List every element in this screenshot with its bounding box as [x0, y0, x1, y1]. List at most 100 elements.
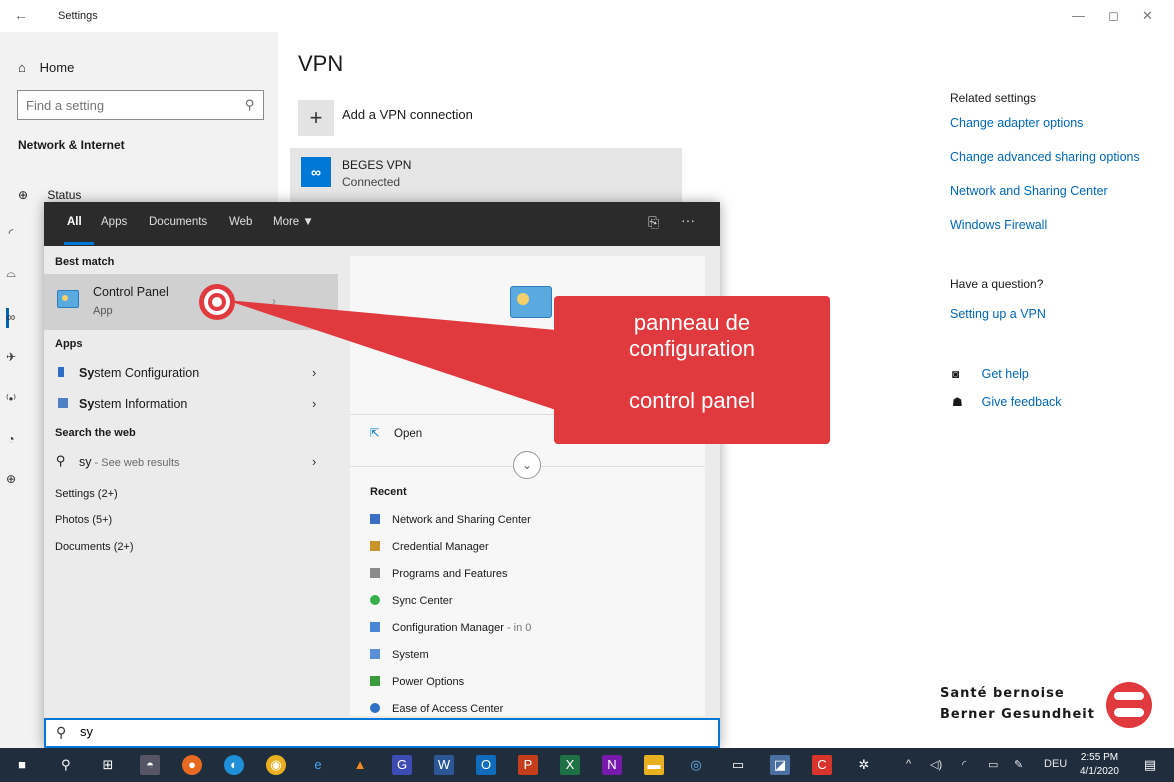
vpn-connection-item[interactable]: ∞ BEGES VPN Connected — [290, 148, 682, 202]
programs-icon — [370, 568, 380, 578]
ethernet-icon[interactable]: ⌓ — [2, 266, 20, 281]
give-feedback-item[interactable]: ☗ Give feedback — [952, 394, 1062, 409]
give-feedback-link[interactable]: Give feedback — [982, 395, 1062, 409]
firefox-icon[interactable]: ● — [182, 755, 202, 775]
recent-item[interactable]: Ease of Access Center — [370, 703, 503, 715]
window-title: Settings — [58, 10, 98, 22]
annotation-line1: panneau de — [633, 310, 751, 335]
recent-item[interactable]: Sync Center — [370, 595, 453, 607]
volume-icon[interactable]: ◁) — [930, 758, 942, 771]
more-options-icon[interactable]: ··· — [681, 212, 695, 228]
power-icon — [370, 676, 380, 686]
back-arrow-icon[interactable]: ← — [14, 7, 28, 23]
tab-active-indicator — [64, 242, 94, 245]
red-app-icon[interactable]: C — [812, 755, 832, 775]
search-filter-tabs: All Apps Documents Web More ▼ ⎘ ··· — [44, 202, 720, 246]
battery-icon[interactable]: ▭ — [988, 758, 998, 771]
app-icon[interactable]: ◓ — [140, 755, 160, 775]
network-icon — [370, 514, 380, 524]
get-help-link[interactable]: Get help — [982, 367, 1029, 381]
search-icon: ⚲ — [56, 724, 67, 740]
app-result-system-information[interactable]: System Information › — [44, 391, 338, 417]
file-explorer-icon[interactable]: ▬ — [644, 755, 664, 775]
onenote-icon[interactable]: N — [602, 755, 622, 775]
start-search-input[interactable] — [80, 724, 680, 739]
find-setting-box[interactable]: ⚲ — [17, 90, 264, 120]
app-circle-icon[interactable]: ◎ — [686, 755, 706, 775]
internet-explorer-icon[interactable]: e — [308, 755, 328, 775]
change-adapter-options-link[interactable]: Change adapter options — [950, 116, 1083, 130]
tab-more[interactable]: More ▼ — [273, 216, 314, 228]
tray-chevron-up-icon[interactable]: ^ — [906, 758, 911, 770]
chevron-right-icon[interactable]: › — [312, 365, 316, 380]
tab-web[interactable]: Web — [229, 216, 252, 228]
setting-up-vpn-link[interactable]: Setting up a VPN — [950, 307, 1046, 321]
language-indicator[interactable]: DEU — [1044, 758, 1067, 770]
powerpoint-icon[interactable]: P — [518, 755, 538, 775]
task-view-icon[interactable]: ⊞ — [98, 755, 118, 775]
best-match-control-panel[interactable]: Control Panel App › — [44, 274, 338, 330]
windows-firewall-link[interactable]: Windows Firewall — [950, 218, 1047, 232]
airplane-icon[interactable]: ✈ — [2, 350, 20, 364]
remote-desktop-icon[interactable]: ▭ — [728, 755, 748, 775]
proxy-globe-icon[interactable]: ⊕ — [2, 472, 20, 486]
nav-home[interactable]: ⌂ Home — [18, 60, 74, 75]
recent-label: Power Options — [392, 676, 465, 688]
recent-item[interactable]: System — [370, 649, 429, 661]
app-result-system-configuration[interactable]: System Configuration › — [44, 360, 338, 386]
tab-all[interactable]: All — [67, 216, 82, 228]
expand-chevron-icon[interactable]: ⌄ — [513, 451, 541, 479]
wifi-icon[interactable]: ◜ — [2, 226, 20, 240]
feedback-icon[interactable]: ⎘ — [648, 214, 659, 231]
settings-gear-icon[interactable]: ✲ — [854, 755, 874, 775]
tab-documents[interactable]: Documents — [149, 216, 207, 228]
web-result[interactable]: ⚲ sy - See web results › — [44, 449, 338, 475]
get-help-item[interactable]: ◙ Get help — [952, 366, 1029, 381]
sync-icon — [370, 595, 380, 605]
credential-icon — [370, 541, 380, 551]
photos-results[interactable]: Photos (5+) — [55, 514, 112, 526]
greenshot-icon[interactable]: G — [392, 755, 412, 775]
wifi-tray-icon[interactable]: ◜ — [962, 758, 966, 771]
documents-results[interactable]: Documents (2+) — [55, 541, 134, 553]
hotspot-icon[interactable]: ⁽•⁾ — [2, 392, 20, 406]
maximize-button[interactable]: ◻ — [1108, 8, 1119, 24]
close-button[interactable]: ✕ — [1142, 8, 1153, 24]
notification-icon[interactable]: ▤ — [1140, 755, 1160, 775]
data-usage-icon[interactable]: ◔ — [2, 432, 20, 446]
change-advanced-sharing-link[interactable]: Change advanced sharing options — [950, 150, 1140, 164]
taskbar-clock[interactable]: 2:55 PM 4/1/2020 — [1080, 751, 1119, 779]
chevron-right-icon[interactable]: › — [312, 454, 316, 469]
open-action[interactable]: ⇱ Open — [370, 426, 422, 440]
excel-icon[interactable]: X — [560, 755, 580, 775]
annotation-line3: control panel — [629, 388, 755, 413]
recent-item[interactable]: Programs and Features — [370, 568, 508, 580]
nav-item-status[interactable]: ⊕ Status — [18, 188, 81, 202]
recent-item[interactable]: Network and Sharing Center — [370, 514, 531, 526]
give-feedback-icon: ☗ — [952, 395, 963, 409]
network-tool-icon[interactable]: ◪ — [770, 755, 790, 775]
edge-chromium-icon[interactable]: ◐ — [224, 755, 244, 775]
chrome-icon[interactable]: ◉ — [266, 755, 286, 775]
recent-item[interactable]: Configuration Manager - in 0 — [370, 622, 531, 634]
vlc-icon[interactable]: ▲ — [350, 755, 370, 775]
recent-item[interactable]: Power Options — [370, 676, 464, 688]
start-button-icon[interactable]: ■ — [12, 755, 32, 775]
brand-line2: Berner Gesundheit — [940, 707, 1095, 722]
add-vpn-label: Add a VPN connection — [342, 107, 473, 122]
outlook-icon[interactable]: O — [476, 755, 496, 775]
minimize-button[interactable]: — — [1072, 8, 1085, 23]
word-icon[interactable]: W — [434, 755, 454, 775]
chevron-right-icon[interactable]: › — [312, 396, 316, 411]
nav-home-label: Home — [39, 60, 75, 75]
settings-results[interactable]: Settings (2+) — [55, 488, 118, 500]
network-sharing-center-link[interactable]: Network and Sharing Center — [950, 184, 1108, 198]
recent-item[interactable]: Credential Manager — [370, 541, 489, 553]
match-highlight: Sy — [79, 397, 95, 411]
vpn-icon[interactable]: ∞ — [2, 310, 20, 324]
pen-icon[interactable]: ✎ — [1014, 758, 1023, 771]
tab-apps[interactable]: Apps — [101, 216, 127, 228]
find-setting-input[interactable] — [18, 91, 218, 119]
start-search-box[interactable]: ⚲ — [44, 718, 720, 748]
taskbar-search-icon[interactable]: ⚲ — [56, 755, 76, 775]
